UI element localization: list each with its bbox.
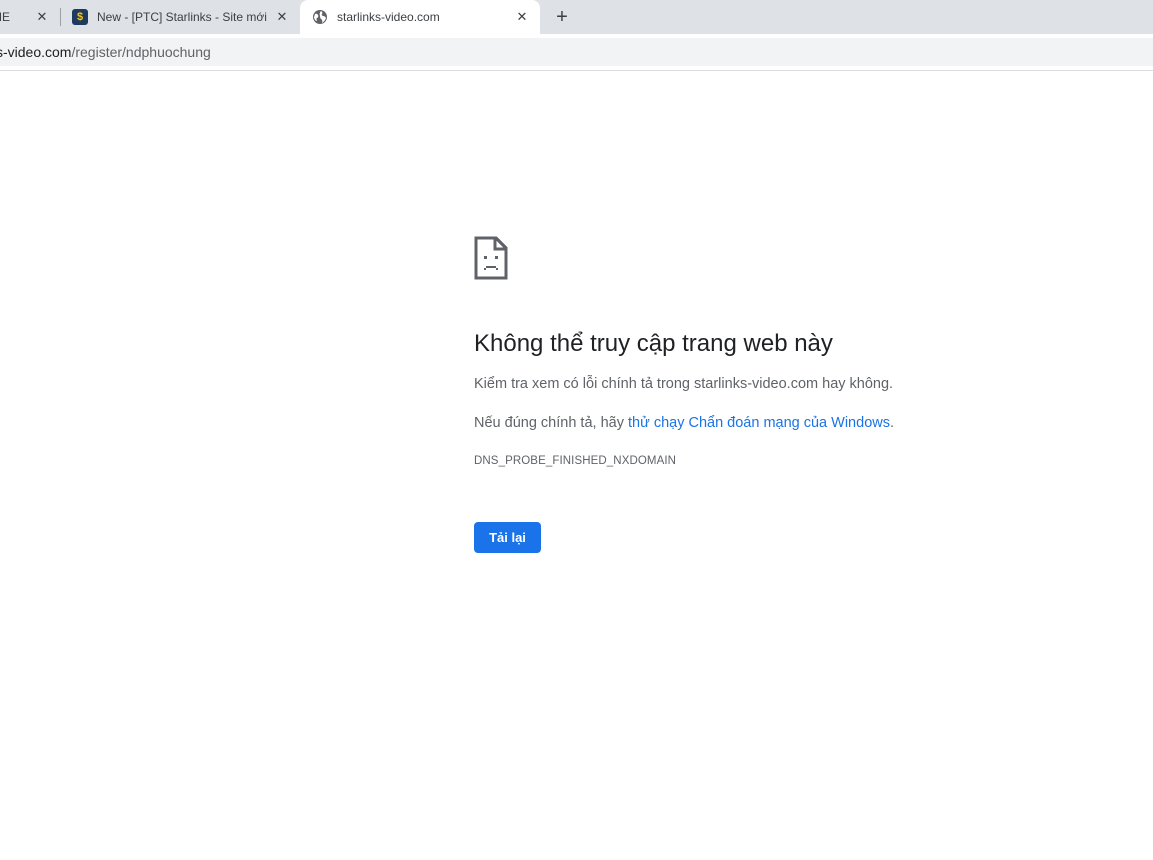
error-code: DNS_PROBE_FINISHED_NXDOMAIN	[474, 455, 677, 467]
url-path: /register/ndphuochung	[71, 44, 211, 60]
tab-title: starlinks-video.com	[337, 10, 440, 24]
close-icon[interactable]: ✕	[34, 9, 50, 25]
tab-2[interactable]: $ New - [PTC] Starlinks - Site mới - ✕	[64, 0, 300, 34]
sad-document-icon	[474, 236, 508, 280]
diagnostics-suffix: .	[889, 415, 895, 431]
tab-title: New - [PTC] Starlinks - Site mới -	[97, 10, 270, 24]
globe-icon	[313, 10, 327, 24]
tab-1[interactable]: ME ✕	[0, 0, 60, 34]
toolbar: s-video.com/register/ndphuochung	[0, 34, 1153, 71]
new-tab-button[interactable]: +	[551, 6, 573, 28]
close-icon[interactable]: ✕	[274, 9, 290, 25]
tab-3-active[interactable]: starlinks-video.com ✕	[300, 0, 540, 34]
address-bar[interactable]: s-video.com/register/ndphuochung	[0, 38, 1153, 66]
spelling-hint: Kiểm tra xem có lỗi chính tả trong starl…	[474, 376, 894, 392]
tab-strip: ME ✕ $ New - [PTC] Starlinks - Site mới …	[0, 0, 1153, 34]
reload-button[interactable]: Tải lại	[474, 522, 541, 553]
url-host: s-video.com	[0, 44, 72, 60]
diagnostics-prefix: Nếu đúng chính tả, hãy	[474, 415, 628, 431]
tab-title: ME	[0, 10, 10, 24]
close-icon[interactable]: ✕	[514, 9, 530, 25]
network-diagnostics-link[interactable]: thử chạy Chẩn đoán mạng của Windows	[628, 415, 890, 431]
diagnostics-hint: Nếu đúng chính tả, hãy thử chạy Chẩn đoá…	[474, 413, 1074, 433]
error-content: Không thể truy cập trang web này Kiểm tr…	[474, 236, 1074, 553]
page-title: Không thể truy cập trang web này	[474, 330, 833, 357]
dollar-icon: $	[72, 9, 88, 25]
tab-divider	[60, 8, 61, 26]
